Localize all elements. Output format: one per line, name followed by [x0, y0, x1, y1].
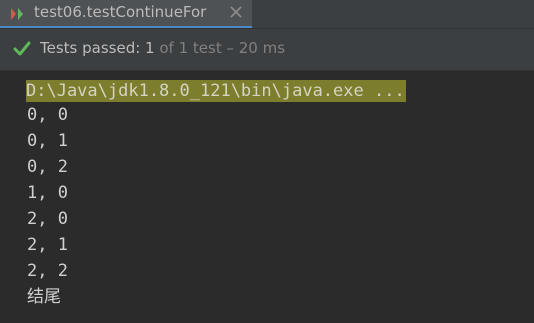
- output-line: 1, 0: [27, 183, 68, 203]
- command-line[interactable]: D:\Java\jdk1.8.0_121\bin\java.exe ...: [26, 80, 406, 102]
- tab-test06-testContinueFor[interactable]: test06.testContinueFor: [0, 0, 252, 28]
- tab-title: test06.testContinueFor: [34, 3, 207, 21]
- output-line: 2, 2: [27, 261, 68, 281]
- output-line: 0, 2: [27, 157, 68, 177]
- test-status-text: Tests passed: 1 of 1 test – 20 ms: [40, 39, 285, 57]
- output-line: 结尾: [27, 287, 61, 307]
- status-detail: of 1 test – 20 ms: [154, 39, 286, 57]
- console-output[interactable]: D:\Java\jdk1.8.0_121\bin\java.exe ... 0,…: [0, 71, 534, 323]
- status-count: 1: [145, 39, 155, 57]
- output-line: 2, 0: [27, 209, 68, 229]
- output-line: 0, 0: [27, 105, 68, 125]
- close-icon[interactable]: [228, 4, 244, 20]
- tab-bar: test06.testContinueFor: [0, 0, 534, 29]
- run-tool-window: test06.testContinueFor Tests passed: 1 o…: [0, 0, 534, 323]
- output-line: 0, 1: [27, 131, 68, 151]
- run-config-icon: [9, 6, 25, 20]
- status-label: Tests passed:: [40, 39, 146, 57]
- test-status-bar: Tests passed: 1 of 1 test – 20 ms: [0, 29, 534, 71]
- output-line: 2, 1: [27, 235, 68, 255]
- check-icon: [13, 41, 31, 57]
